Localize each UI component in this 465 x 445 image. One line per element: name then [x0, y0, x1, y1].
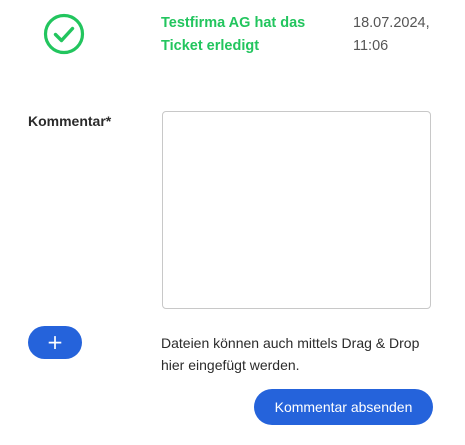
status-date: 18.07.2024, [353, 15, 430, 31]
drag-drop-hint-line2: hier eingefügt werden. [161, 357, 300, 373]
drag-drop-hint: Dateien können auch mittels Drag & Drop … [161, 332, 451, 376]
status-message: Testfirma AG hat das Ticket erledigt [161, 12, 336, 58]
comment-label: Kommentar* [28, 113, 112, 129]
submit-comment-button[interactable]: Kommentar absenden [254, 389, 433, 425]
add-attachment-button[interactable]: + [28, 326, 82, 359]
status-message-line2: Ticket erledigt [161, 38, 260, 54]
status-message-line1: Testfirma AG hat das [161, 15, 306, 31]
check-circle-icon [43, 13, 85, 55]
plus-icon: + [46, 330, 64, 354]
ticket-comment-panel: Testfirma AG hat das Ticket erledigt 18.… [0, 0, 465, 445]
drag-drop-hint-line1: Dateien können auch mittels Drag & Drop [161, 335, 420, 351]
comment-textarea[interactable] [162, 111, 431, 309]
status-timestamp: 18.07.2024, 11:06 [353, 12, 443, 58]
status-time: 11:06 [353, 38, 389, 54]
